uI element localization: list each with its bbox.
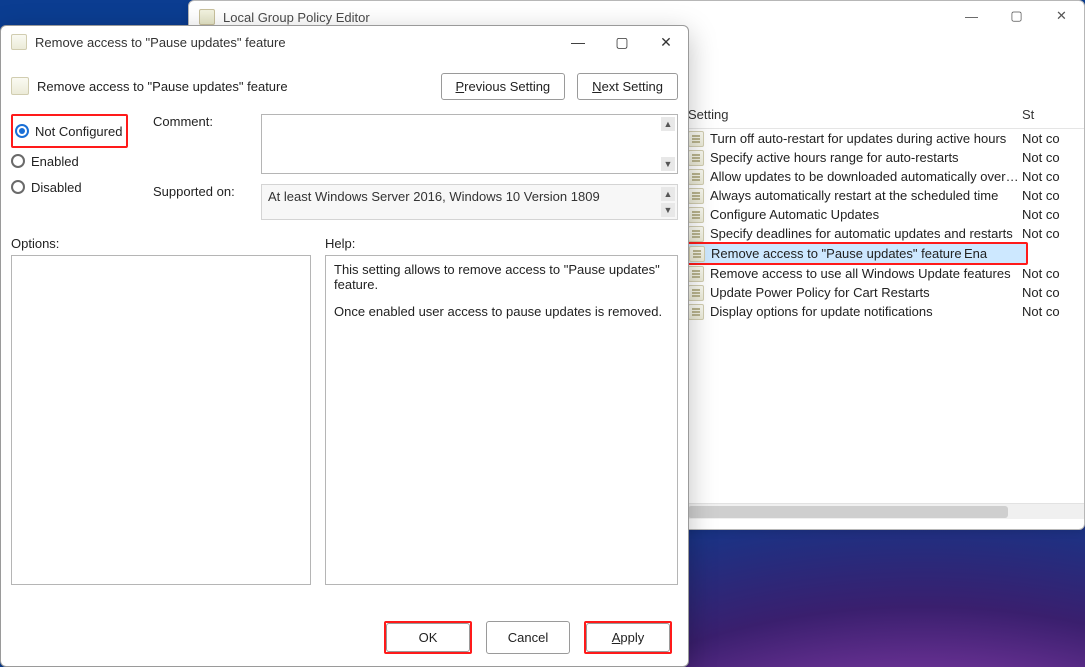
- dialog-title: Remove access to "Pause updates" feature: [35, 35, 286, 50]
- gpe-maximize-button[interactable]: ▢: [994, 1, 1039, 31]
- radio-icon: [11, 180, 25, 194]
- gpe-app-icon: [199, 9, 215, 25]
- settings-row[interactable]: Always automatically restart at the sche…: [684, 186, 1084, 205]
- gpe-minimize-button[interactable]: —: [949, 1, 994, 31]
- comment-textarea[interactable]: ▲ ▼: [261, 114, 678, 174]
- help-panel: This setting allows to remove access to …: [325, 255, 678, 585]
- setting-state: Not co: [1022, 188, 1080, 203]
- options-panel: [11, 255, 311, 585]
- policy-item-icon: [689, 246, 705, 262]
- setting-state: Not co: [1022, 131, 1080, 146]
- help-label: Help:: [325, 236, 678, 251]
- dialog-minimize-button[interactable]: —: [556, 26, 600, 58]
- setting-state: Not co: [1022, 266, 1080, 281]
- scroll-down-icon[interactable]: ▼: [661, 157, 675, 171]
- gpe-close-button[interactable]: ✕: [1039, 1, 1084, 31]
- settings-row[interactable]: Allow updates to be downloaded automatic…: [684, 167, 1084, 186]
- gpe-title: Local Group Policy Editor: [223, 10, 370, 25]
- apply-button[interactable]: Apply: [586, 623, 670, 652]
- comment-label: Comment:: [153, 114, 253, 129]
- settings-list: Setting St Turn off auto-restart for upd…: [684, 101, 1084, 321]
- radio-enabled[interactable]: Enabled: [11, 148, 141, 174]
- setting-state: Not co: [1022, 226, 1080, 241]
- scrollbar-thumb[interactable]: [688, 506, 1008, 518]
- next-setting-button[interactable]: Next Setting: [577, 73, 678, 100]
- options-label: Options:: [11, 236, 311, 251]
- settings-row[interactable]: Update Power Policy for Cart RestartsNot…: [684, 283, 1084, 302]
- policy-item-icon: [688, 207, 704, 223]
- policy-item-icon: [688, 150, 704, 166]
- col-setting[interactable]: Setting: [688, 107, 1022, 122]
- settings-row[interactable]: Turn off auto-restart for updates during…: [684, 129, 1084, 148]
- radio-icon: [11, 154, 25, 168]
- policy-item-icon: [688, 285, 704, 301]
- settings-row[interactable]: Configure Automatic UpdatesNot co: [684, 205, 1084, 224]
- settings-row[interactable]: Specify active hours range for auto-rest…: [684, 148, 1084, 167]
- help-paragraph: Once enabled user access to pause update…: [334, 304, 669, 319]
- policy-name: Remove access to "Pause updates" feature: [37, 79, 441, 94]
- setting-state: Not co: [1022, 285, 1080, 300]
- setting-state: Ena: [964, 246, 1022, 261]
- setting-state: Not co: [1022, 207, 1080, 222]
- policy-item-icon: [688, 188, 704, 204]
- policy-item-icon: [688, 266, 704, 282]
- supported-on-text: At least Windows Server 2016, Windows 10…: [261, 184, 678, 220]
- settings-row[interactable]: Remove access to use all Windows Update …: [684, 264, 1084, 283]
- radio-not-configured[interactable]: Not Configured: [15, 118, 122, 144]
- help-paragraph: This setting allows to remove access to …: [334, 262, 669, 292]
- previous-setting-button[interactable]: Previous Setting: [441, 73, 566, 100]
- settings-row[interactable]: Display options for update notifications…: [684, 302, 1084, 321]
- scroll-up-icon[interactable]: ▲: [661, 117, 675, 131]
- radio-icon: [15, 124, 29, 138]
- policy-item-icon: [688, 226, 704, 242]
- setting-name: Display options for update notifications: [710, 304, 1022, 319]
- policy-item-icon: [688, 169, 704, 185]
- setting-name: Allow updates to be downloaded automatic…: [710, 169, 1022, 184]
- setting-name: Turn off auto-restart for updates during…: [710, 131, 1022, 146]
- policy-item-icon: [688, 304, 704, 320]
- policy-settings-dialog: Remove access to "Pause updates" feature…: [0, 25, 689, 667]
- dialog-close-button[interactable]: ✕: [644, 26, 688, 58]
- scroll-down-icon[interactable]: ▼: [661, 203, 675, 217]
- horizontal-scrollbar[interactable]: [684, 503, 1084, 519]
- setting-state: Not co: [1022, 304, 1080, 319]
- setting-name: Remove access to "Pause updates" feature: [711, 246, 964, 261]
- policy-icon: [11, 34, 27, 50]
- supported-on-label: Supported on:: [153, 184, 253, 199]
- settings-row[interactable]: Remove access to "Pause updates" feature…: [685, 244, 1026, 263]
- setting-name: Specify active hours range for auto-rest…: [710, 150, 1022, 165]
- policy-item-icon: [688, 131, 704, 147]
- col-state[interactable]: St: [1022, 107, 1080, 122]
- setting-state: Not co: [1022, 169, 1080, 184]
- ok-button[interactable]: OK: [386, 623, 470, 652]
- policy-header-icon: [11, 77, 29, 95]
- dialog-maximize-button[interactable]: ▢: [600, 26, 644, 58]
- setting-name: Specify deadlines for automatic updates …: [710, 226, 1022, 241]
- settings-list-header[interactable]: Setting St: [684, 101, 1084, 129]
- cancel-button[interactable]: Cancel: [486, 621, 570, 654]
- settings-row[interactable]: Specify deadlines for automatic updates …: [684, 224, 1084, 243]
- radio-disabled[interactable]: Disabled: [11, 174, 141, 200]
- setting-name: Remove access to use all Windows Update …: [710, 266, 1022, 281]
- setting-name: Update Power Policy for Cart Restarts: [710, 285, 1022, 300]
- setting-name: Configure Automatic Updates: [710, 207, 1022, 222]
- setting-state: Not co: [1022, 150, 1080, 165]
- scroll-up-icon[interactable]: ▲: [661, 187, 675, 201]
- setting-name: Always automatically restart at the sche…: [710, 188, 1022, 203]
